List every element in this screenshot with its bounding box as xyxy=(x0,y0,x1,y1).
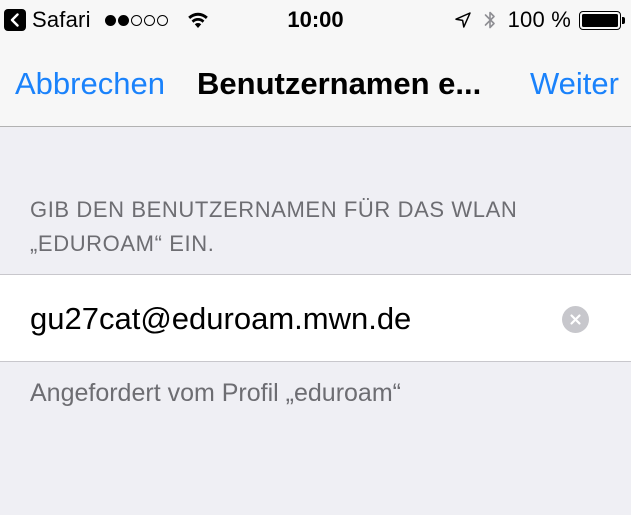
clear-icon xyxy=(570,314,581,325)
battery-percent: 100 % xyxy=(507,7,571,32)
screen: Safari 10:00 100 % Abbrechen Benutzernam… xyxy=(0,0,631,515)
username-input[interactable]: gu27cat@eduroam.mwn.de xyxy=(30,299,411,339)
section-header-line-1: GIB DEN BENUTZERNAMEN FÜR DAS WLAN xyxy=(30,197,518,222)
battery-level xyxy=(582,13,618,27)
battery-tip xyxy=(622,16,625,24)
profile-note: Angefordert vom Profil „eduroam“ xyxy=(30,379,401,407)
battery-icon xyxy=(579,10,625,30)
section-header: GIB DEN BENUTZERNAMEN FÜR DAS WLAN „EDUR… xyxy=(30,193,590,261)
section-header-line-2: „EDUROAM“ EIN. xyxy=(30,231,215,256)
status-bar-right: 100 % xyxy=(454,6,625,34)
navigation-bar: Abbrechen Benutzernamen e... Weiter xyxy=(0,40,631,127)
next-button[interactable]: Weiter xyxy=(530,64,619,104)
bluetooth-icon xyxy=(484,9,496,31)
cancel-button[interactable]: Abbrechen xyxy=(15,64,165,104)
clear-text-button[interactable] xyxy=(562,306,589,333)
username-cell[interactable]: gu27cat@eduroam.mwn.de xyxy=(0,274,631,362)
status-bar: Safari 10:00 100 % xyxy=(0,0,631,40)
location-arrow-icon xyxy=(454,11,472,29)
battery-body xyxy=(579,10,621,30)
page-title: Benutzernamen e... xyxy=(197,66,482,101)
